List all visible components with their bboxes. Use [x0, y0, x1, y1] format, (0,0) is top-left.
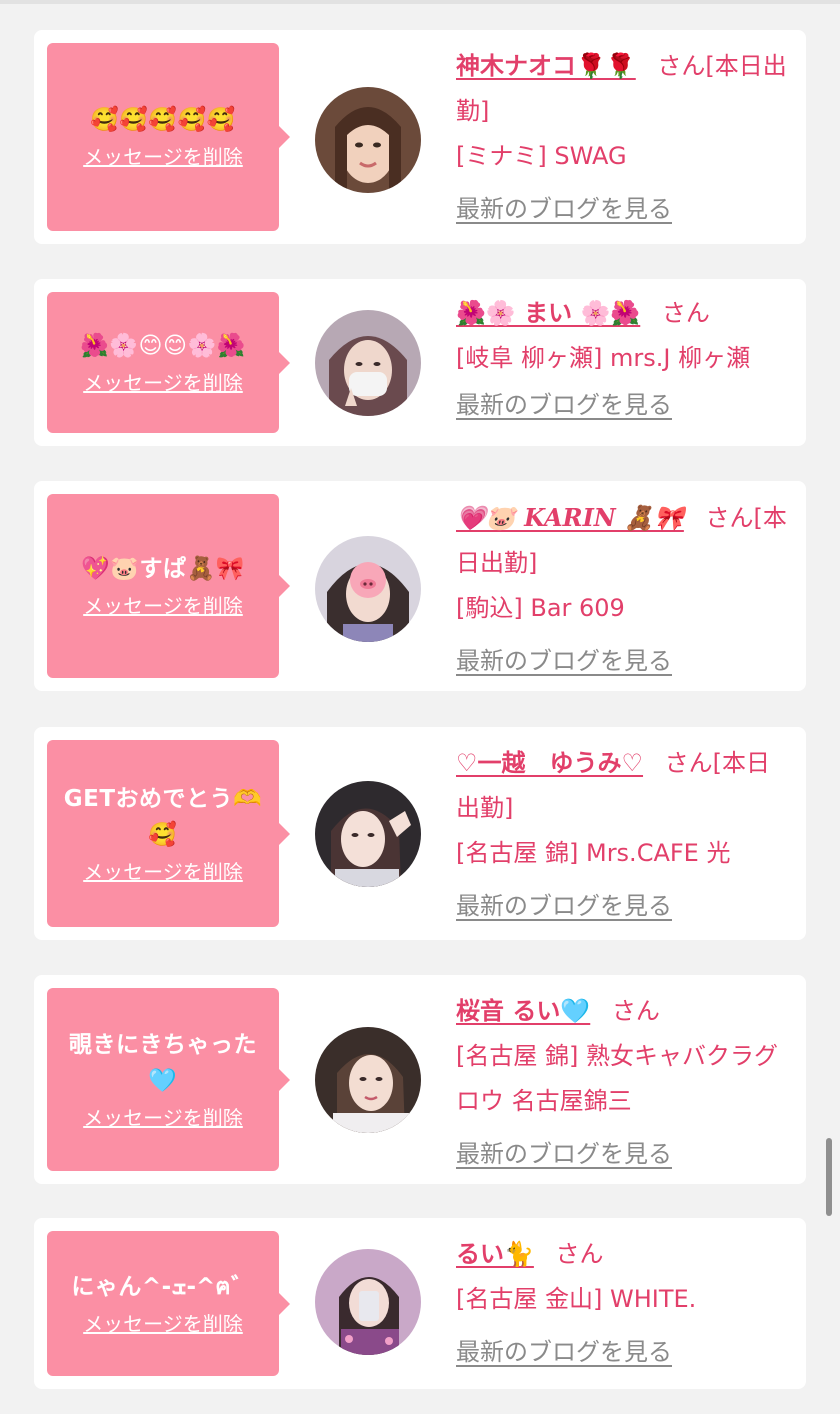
message-bubble: にゃん^-ܫ-^ฅ゛ メッセージを削除 [47, 1231, 290, 1376]
sender-info: 🌺🌸 まい 🌸🌺 さん [岐阜 柳ヶ瀬] mrs.J 柳ヶ瀬 最新のブログを見る [456, 291, 794, 428]
sender-info: 神木ナオコ🌹🌹 さん[本日出勤] [ミナミ] SWAG 最新のブログを見る [456, 44, 794, 232]
avatar-photo [315, 1249, 421, 1355]
avatar[interactable] [315, 536, 421, 642]
delete-message-link[interactable]: メッセージを削除 [83, 142, 243, 172]
message-text: 覗きにきちゃった🩵 [69, 1031, 257, 1094]
message-text: GETおめでとう🫶🥰 [63, 785, 263, 848]
sender-name-link[interactable]: 桜音 るい🩵 [456, 997, 590, 1025]
delete-message-link[interactable]: メッセージを削除 [83, 368, 243, 398]
message-bubble: GETおめでとう🫶🥰 メッセージを削除 [47, 740, 290, 927]
avatar[interactable] [315, 87, 421, 193]
avatar-photo [315, 536, 421, 642]
honorific-label: さん [664, 749, 713, 777]
shop-label: [名古屋 錦] Mrs.CAFE 光 [456, 839, 731, 867]
sender-info: るい🐈 さん [名古屋 金山] WHITE. 最新のブログを見る [456, 1232, 794, 1375]
sender-info: 💗🐷 KARIN 🧸🎀 さん[本日出勤] [駒込] Bar 609 最新のブログ… [456, 495, 794, 684]
sender-name-link[interactable]: 💗🐷 KARIN 🧸🎀 [456, 503, 684, 532]
delete-message-link[interactable]: メッセージを削除 [83, 1103, 243, 1133]
honorific-label: さん [611, 997, 660, 1025]
avatar[interactable] [315, 781, 421, 887]
avatar-photo [315, 1027, 421, 1133]
shop-label: [名古屋 金山] WHITE. [456, 1285, 697, 1313]
message-text: 💖🐷すぱ🧸🎀 [81, 556, 245, 582]
message-card: GETおめでとう🫶🥰 メッセージを削除 ♡一越 ゆうみ♡ さん[本日出勤] [名… [34, 727, 806, 940]
message-card: 🌺🌸😊😊🌸🌺 メッセージを削除 🌺🌸 まい 🌸🌺 さん [岐阜 柳ヶ瀬] mrs… [34, 279, 806, 446]
latest-blog-link[interactable]: 最新のブログを見る [456, 383, 794, 428]
message-bubble: 🌺🌸😊😊🌸🌺 メッセージを削除 [47, 292, 290, 433]
latest-blog-link[interactable]: 最新のブログを見る [456, 187, 794, 232]
honorific-label: さん [555, 1240, 604, 1268]
honorific-label: さん [661, 299, 710, 327]
message-text: 🌺🌸😊😊🌸🌺 [80, 332, 246, 359]
shop-label: [ミナミ] SWAG [456, 142, 627, 170]
latest-blog-link[interactable]: 最新のブログを見る [456, 884, 794, 929]
message-bubble: 🥰🥰🥰🥰🥰 メッセージを削除 [47, 43, 290, 231]
message-card: 💖🐷すぱ🧸🎀 メッセージを削除 💗🐷 KARIN 🧸🎀 さん[本日出勤] [駒込… [34, 481, 806, 691]
latest-blog-link[interactable]: 最新のブログを見る [456, 1330, 794, 1375]
honorific-label: さん [705, 504, 754, 532]
sender-name-link[interactable]: ♡一越 ゆうみ♡ [456, 749, 643, 777]
shop-label: [駒込] Bar 609 [456, 594, 625, 622]
latest-blog-link[interactable]: 最新のブログを見る [456, 1132, 794, 1177]
delete-message-link[interactable]: メッセージを削除 [83, 1309, 243, 1339]
honorific-label: さん [657, 52, 706, 80]
shop-label: [岐阜 柳ヶ瀬] mrs.J 柳ヶ瀬 [456, 344, 751, 372]
avatar[interactable] [315, 310, 421, 416]
message-bubble: 💖🐷すぱ🧸🎀 メッセージを削除 [47, 494, 290, 678]
scrollbar[interactable] [826, 1138, 832, 1216]
message-bubble: 覗きにきちゃった🩵 メッセージを削除 [47, 988, 290, 1171]
avatar[interactable] [315, 1249, 421, 1355]
avatar-photo [315, 87, 421, 193]
avatar[interactable] [315, 1027, 421, 1133]
sender-info: 桜音 るい🩵 さん [名古屋 錦] 熟女キャバクラグロウ 名古屋錦三 最新のブロ… [456, 989, 794, 1177]
sender-info: ♡一越 ゆうみ♡ さん[本日出勤] [名古屋 錦] Mrs.CAFE 光 最新の… [456, 741, 794, 929]
message-list-page: 🥰🥰🥰🥰🥰 メッセージを削除 神木ナオコ🌹🌹 さん[本日出勤] [ミナミ] SW… [0, 0, 840, 1414]
sender-name-link[interactable]: るい🐈 [456, 1240, 534, 1268]
shop-label: [名古屋 錦] 熟女キャバクラグロウ 名古屋錦三 [456, 1042, 778, 1115]
message-card: 覗きにきちゃった🩵 メッセージを削除 桜音 るい🩵 さん [名古屋 錦] 熟女キ… [34, 975, 806, 1184]
message-text: にゃん^-ܫ-^ฅ゛ [71, 1273, 255, 1300]
avatar-photo [315, 781, 421, 887]
message-card: にゃん^-ܫ-^ฅ゛ メッセージを削除 るい🐈 さん [名古屋 金山] WHIT… [34, 1218, 806, 1389]
delete-message-link[interactable]: メッセージを削除 [83, 857, 243, 887]
message-text: 🥰🥰🥰🥰🥰 [90, 107, 236, 133]
avatar-photo [315, 310, 421, 416]
sender-name-link[interactable]: 🌺🌸 まい 🌸🌺 [456, 299, 640, 327]
message-card: 🥰🥰🥰🥰🥰 メッセージを削除 神木ナオコ🌹🌹 さん[本日出勤] [ミナミ] SW… [34, 30, 806, 244]
latest-blog-link[interactable]: 最新のブログを見る [456, 639, 794, 684]
delete-message-link[interactable]: メッセージを削除 [83, 591, 243, 621]
sender-name-link[interactable]: 神木ナオコ🌹🌹 [456, 52, 636, 80]
